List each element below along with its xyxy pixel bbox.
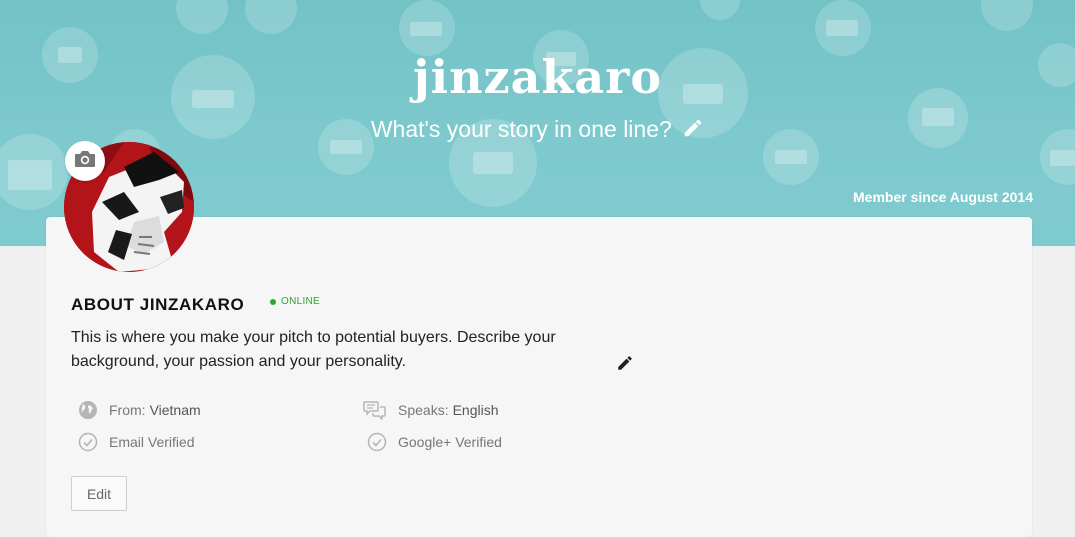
email-verified-text: Email Verified — [109, 434, 195, 450]
online-dot — [270, 298, 276, 305]
online-status: ONLINE — [270, 296, 320, 307]
speech-bubbles-icon — [363, 400, 387, 420]
tagline-text: What's your story in one line? — [370, 116, 672, 142]
change-photo-button[interactable] — [65, 141, 105, 181]
about-card — [46, 217, 1032, 537]
tagline[interactable]: What's your story in one line? — [0, 116, 1075, 145]
about-heading: ABOUT JINZAKARO — [71, 295, 245, 314]
fact-email-verified: Email Verified — [78, 432, 195, 452]
from-label: From: — [109, 402, 146, 418]
check-circle-icon — [367, 432, 387, 452]
google-verified-text: Google+ Verified — [398, 434, 502, 450]
online-status-label: ONLINE — [281, 296, 321, 307]
profile-username: jinzakaro — [412, 50, 663, 104]
fact-from: From: Vietnam — [78, 400, 201, 420]
from-value: Vietnam — [149, 402, 201, 418]
edit-description-pencil-icon[interactable] — [616, 354, 634, 372]
fact-speaks: Speaks: English — [363, 400, 499, 420]
edit-button[interactable]: Edit — [71, 476, 127, 511]
speaks-label: Speaks: — [398, 402, 449, 418]
globe-icon — [78, 400, 98, 420]
fact-google-verified: Google+ Verified — [367, 432, 502, 452]
camera-icon — [74, 150, 96, 173]
check-circle-icon — [78, 432, 98, 452]
about-description: This is where you make your pitch to pot… — [71, 329, 556, 370]
speaks-value: English — [452, 402, 499, 418]
pencil-icon[interactable] — [682, 117, 704, 145]
member-since: Member since August 2014 — [853, 189, 1033, 205]
